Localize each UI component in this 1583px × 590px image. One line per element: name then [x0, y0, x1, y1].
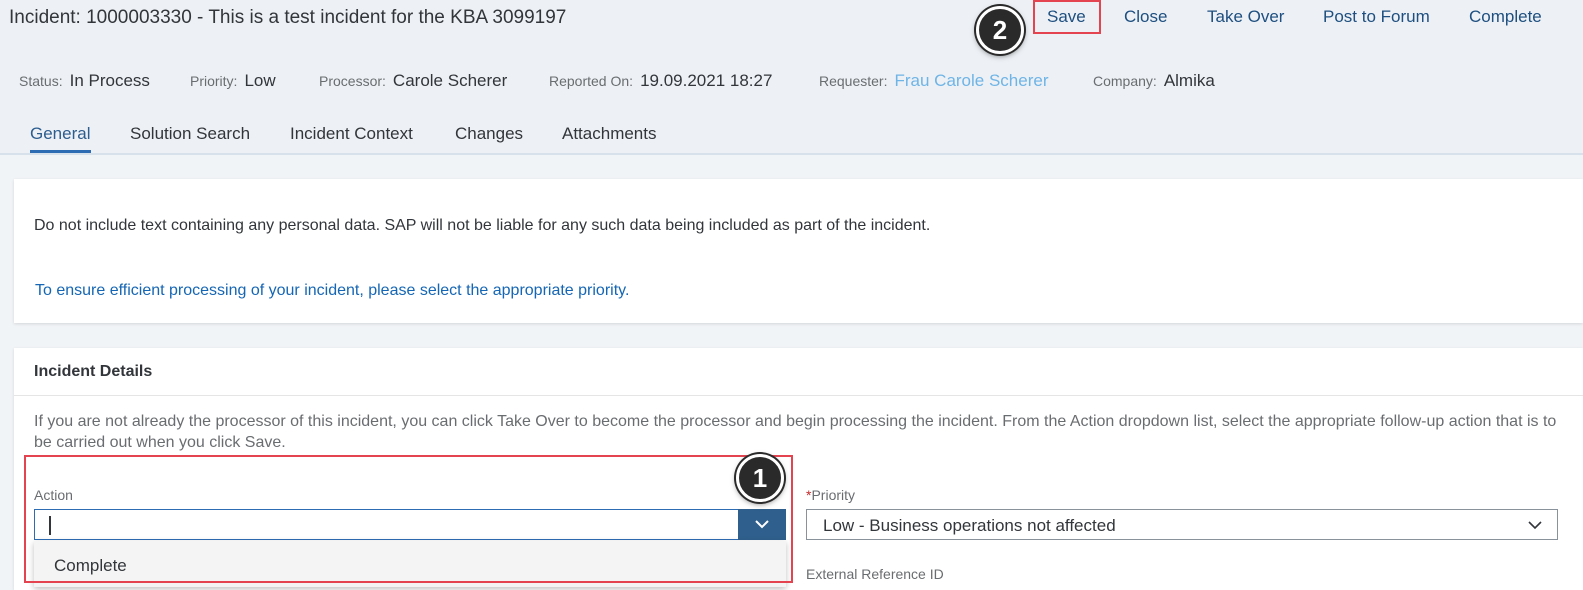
meta-company: Company: Almika: [1093, 71, 1215, 91]
requester-label: Requester:: [819, 73, 888, 89]
meta-priority: Priority: Low: [190, 71, 276, 91]
meta-status: Status: In Process: [19, 71, 150, 91]
reported-on-value: 19.09.2021 18:27: [640, 71, 773, 90]
tab-incident-context[interactable]: Incident Context: [290, 124, 413, 144]
reported-on-label: Reported On:: [549, 73, 634, 89]
priority-select[interactable]: Low - Business operations not affected: [806, 509, 1558, 540]
close-button[interactable]: Close: [1124, 7, 1167, 27]
complete-button[interactable]: Complete: [1469, 7, 1542, 27]
active-tab-indicator: [30, 150, 91, 153]
tab-general[interactable]: General: [30, 124, 90, 144]
personal-data-notice: Do not include text containing any perso…: [34, 217, 931, 234]
external-reference-label: External Reference ID: [806, 566, 944, 582]
status-value: In Process: [69, 71, 150, 90]
incident-details-header: Incident Details: [14, 348, 1583, 396]
page-header: Incident: 1000003330 - This is a test in…: [0, 0, 1583, 155]
save-highlight-box: [1033, 0, 1101, 34]
company-label: Company:: [1093, 73, 1157, 89]
priority-value: Low: [244, 71, 276, 90]
requester-link[interactable]: Frau Carole Scherer: [894, 71, 1048, 90]
company-value: Almika: [1163, 71, 1215, 90]
tab-changes[interactable]: Changes: [455, 124, 523, 144]
incident-meta-bar: Status: In Process Priority: Low Processor…: [0, 71, 1583, 93]
post-to-forum-button[interactable]: Post to Forum: [1323, 7, 1430, 27]
priority-label: Priority:: [190, 73, 238, 89]
tab-bar: General Solution Search Incident Context…: [0, 124, 1583, 153]
meta-processor: Processor: Carole Scherer: [319, 71, 507, 91]
action-highlight-box: [24, 455, 793, 583]
processor-label: Processor:: [319, 73, 386, 89]
step-marker-2: 2: [976, 6, 1024, 54]
meta-reported-on: Reported On: 19.09.2021 18:27: [549, 71, 772, 91]
tab-solution-search[interactable]: Solution Search: [130, 124, 250, 144]
priority-field-label: *Priority: [806, 487, 855, 503]
tab-attachments[interactable]: Attachments: [562, 124, 657, 144]
processor-value: Carole Scherer: [392, 71, 508, 90]
incident-title: Incident: 1000003330 - This is a test in…: [9, 7, 567, 28]
chevron-down-icon: [1528, 521, 1542, 530]
priority-hint: To ensure efficient processing of your i…: [35, 282, 630, 299]
notice-panel: Do not include text containing any perso…: [14, 179, 1583, 323]
priority-label-text: Priority: [811, 487, 856, 503]
priority-select-value: Low - Business operations not affected: [823, 516, 1116, 535]
take-over-button[interactable]: Take Over: [1207, 7, 1284, 27]
meta-requester: Requester: Frau Carole Scherer: [819, 71, 1049, 91]
status-label: Status:: [19, 73, 63, 89]
incident-details-title: Incident Details: [34, 363, 153, 380]
step-marker-1: 1: [736, 454, 784, 502]
incident-details-info: If you are not already the processor of …: [34, 413, 1557, 451]
